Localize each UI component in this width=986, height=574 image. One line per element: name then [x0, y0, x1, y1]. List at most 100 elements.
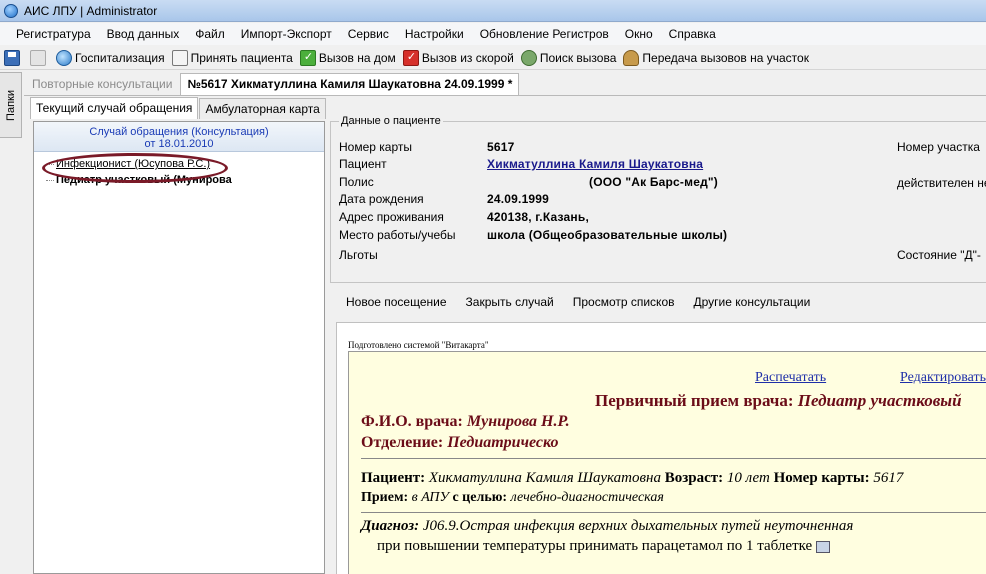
case-header[interactable]: Случай обращения (Консультация) от 18.01… — [34, 122, 324, 152]
transfer-calls-button[interactable]: Передача вызовов на участок — [623, 49, 809, 66]
doc-age-label: Возраст: — [664, 470, 724, 486]
dispensary-state-label: Состояние "Д"- — [897, 248, 981, 262]
home-call-label: Вызов на дом — [318, 50, 396, 65]
search-call-label: Поиск вызова — [539, 50, 617, 65]
printer-icon[interactable] — [816, 540, 831, 553]
sync-button[interactable] — [30, 49, 49, 66]
menu-service[interactable]: Сервис — [340, 27, 397, 41]
reception-value: в АПУ — [411, 490, 449, 505]
new-visit-button[interactable]: Новое посещение — [346, 295, 447, 309]
doc-card-label: Номер карты: — [773, 470, 870, 486]
accept-patient-icon — [171, 49, 188, 66]
ambulance-call-label: Вызов из скорой — [421, 50, 514, 65]
case-action-bar: Новое посещение Закрыть случай Просмотр … — [330, 290, 986, 314]
app-icon — [4, 3, 18, 18]
purpose-label: с целью: — [452, 490, 508, 505]
search-call-icon — [520, 49, 537, 66]
ambulance-call-button[interactable]: Вызов из скорой — [402, 49, 514, 66]
menu-bar: Регистратура Ввод данных Файл Импорт-Экс… — [0, 23, 986, 45]
policy-value: (ООО "Ак Барс-мед") — [589, 175, 718, 189]
heading-specialty: Педиатр участковый — [797, 391, 962, 410]
title-bar: АИС ЛПУ | Administrator — [0, 0, 986, 22]
hospitalization-button[interactable]: Госпитализация — [56, 49, 165, 66]
doctor-label: Ф.И.О. врача: — [361, 413, 463, 430]
other-consultations-button[interactable]: Другие консультации — [694, 295, 811, 309]
tab-patient-record[interactable]: №5617 Хикматуллина Камиля Шаукатовна 24.… — [180, 72, 520, 95]
edit-link[interactable]: Редактировать — [900, 370, 986, 386]
tree-item-pediatrician-label: Педиатр участковый (Мунирова — [56, 174, 232, 186]
patient-data-group: Данные о пациенте Номер карты 5617 Пацие… — [330, 115, 986, 283]
menu-import-export[interactable]: Импорт-Экспорт — [233, 27, 340, 41]
tab-repeat-consultations[interactable]: Повторные консультации — [24, 77, 180, 91]
birth-date-label: Дата рождения — [339, 192, 424, 206]
menu-registratura[interactable]: Регистратура — [8, 27, 99, 41]
heading-prefix: Первичный прием врача: — [595, 391, 794, 410]
menu-window[interactable]: Окно — [617, 27, 661, 41]
policy-valid-label: действителен не — [897, 176, 986, 190]
accept-patient-button[interactable]: Принять пациента — [171, 49, 293, 66]
hospitalization-label: Госпитализация — [75, 50, 165, 65]
tab-outpatient-card[interactable]: Амбулаторная карта — [199, 98, 326, 119]
tab-current-case[interactable]: Текущий случай обращения — [30, 97, 199, 119]
policy-label: Полис — [339, 175, 374, 189]
case-tree: Инфекционист (Юсупова Р.С.) Педиатр учас… — [34, 152, 324, 188]
case-tree-panel: Случай обращения (Консультация) от 18.01… — [33, 121, 325, 574]
reception-label: Прием: — [361, 490, 409, 505]
doc-patient-label: Пациент: — [361, 470, 426, 486]
save-icon — [4, 49, 20, 66]
document-tab-strip: Повторные консультации №5617 Хикматуллин… — [24, 72, 986, 96]
diagnosis-line: Диагноз: J06.9.Острая инфекция верхних д… — [361, 518, 853, 535]
patient-data-legend: Данные о пациенте — [339, 115, 443, 127]
home-call-button[interactable]: Вызов на дом — [299, 49, 396, 66]
purpose-value: лечебно-диагностическая — [510, 490, 664, 505]
case-date: от 18.01.2010 — [144, 138, 214, 150]
department-label: Отделение: — [361, 434, 444, 451]
menu-file[interactable]: Файл — [187, 27, 233, 41]
view-lists-button[interactable]: Просмотр списков — [573, 295, 675, 309]
folders-side-tab[interactable]: Папки — [0, 72, 22, 138]
close-case-button[interactable]: Закрыть случай — [466, 295, 554, 309]
sync-icon — [30, 49, 46, 66]
menu-update-registers[interactable]: Обновление Регистров — [472, 27, 617, 41]
department-line: Отделение: Педиатрическо — [361, 434, 558, 452]
address-label: Адрес проживания — [339, 210, 444, 224]
print-link[interactable]: Распечатать — [755, 370, 826, 386]
document-viewer: Подготовлено системой "Витакарта" Распеч… — [336, 322, 986, 574]
department-value: Педиатрическо — [447, 434, 559, 451]
benefits-label: Льготы — [339, 248, 378, 262]
diagnosis-label: Диагноз: — [361, 518, 420, 534]
window-title: АИС ЛПУ | Administrator — [24, 3, 158, 18]
note-line: при повышении температуры принимать пара… — [377, 538, 831, 555]
address-value: 420138, г.Казань, — [487, 210, 589, 224]
birth-date-value: 24.09.1999 — [487, 192, 550, 206]
tree-item-infectionist[interactable]: Инфекционист (Юсупова Р.С.) — [44, 156, 324, 172]
card-number-value: 5617 — [487, 140, 515, 154]
reception-line: Прием: в АПУ с целью: лечебно-диагностич… — [361, 490, 664, 506]
menu-data-entry[interactable]: Ввод данных — [99, 27, 188, 41]
prepared-by-note: Подготовлено системой "Витакарта" — [348, 340, 489, 350]
case-title: Случай обращения (Консультация) — [89, 126, 269, 138]
workplace-value: школа (Общеобразовательные школы) — [487, 228, 728, 242]
hospitalization-icon — [56, 49, 72, 66]
folders-side-tab-label: Папки — [4, 89, 17, 121]
diagnosis-value: J06.9.Острая инфекция верхних дыхательны… — [422, 518, 854, 534]
transfer-calls-icon — [623, 49, 640, 66]
search-call-button[interactable]: Поиск вызова — [520, 49, 617, 66]
home-call-icon — [299, 49, 316, 66]
doc-patient-value: Хикматуллина Камиля Шаукатовна — [428, 470, 661, 486]
menu-settings[interactable]: Настройки — [397, 27, 472, 41]
tree-item-pediatrician[interactable]: Педиатр участковый (Мунирова — [44, 172, 324, 188]
note-text: при повышении температуры принимать пара… — [377, 538, 813, 554]
toolbar: Госпитализация Принять пациента Вызов на… — [0, 46, 986, 70]
patient-label: Пациент — [339, 157, 387, 171]
save-button[interactable] — [4, 49, 23, 66]
doc-age-value: 10 лет — [726, 470, 770, 486]
visit-document: Распечатать Редактировать Первичный прие… — [348, 351, 986, 574]
tree-item-infectionist-label: Инфекционист (Юсупова Р.С.) — [56, 158, 211, 170]
menu-help[interactable]: Справка — [661, 27, 724, 41]
patient-name-link[interactable]: Хикматуллина Камиля Шаукатовна — [487, 157, 703, 171]
document-heading: Первичный прием врача: Педиатр участковы… — [595, 391, 962, 411]
accept-patient-label: Принять пациента — [190, 50, 293, 65]
district-number-label: Номер участка — [897, 140, 980, 154]
divider — [361, 458, 986, 459]
